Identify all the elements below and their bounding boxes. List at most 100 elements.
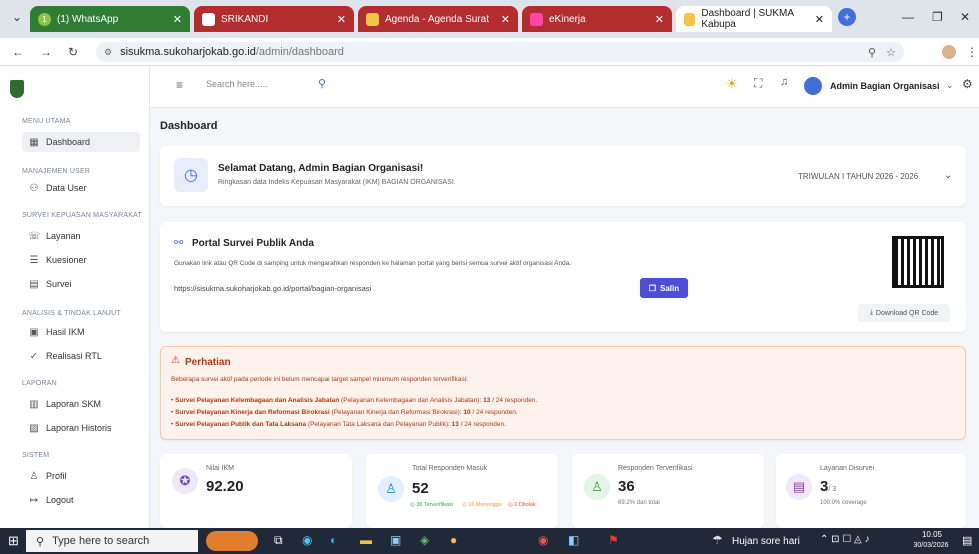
srikandi-icon	[202, 12, 215, 26]
edge-icon[interactable]: ◐	[330, 533, 337, 547]
news-widget-icon[interactable]	[206, 531, 258, 551]
forward-icon[interactable]: →	[40, 45, 52, 59]
chrome-icon[interactable]: ◉	[538, 533, 548, 547]
survey-detail: (Pelayanan Kelembagaan dan Analisis Jaba…	[341, 397, 482, 404]
store-icon[interactable]: ▣	[390, 533, 401, 547]
search-icon[interactable]: ⚲	[318, 77, 326, 90]
sidebar-item-laporan-historis[interactable]: ▨ Laporan Historis	[22, 418, 140, 438]
copy-button[interactable]: ❐ Salin	[640, 278, 688, 298]
tab-dashboard[interactable]: Dashboard | SUKMA Kabupa ✕	[676, 6, 832, 32]
user-name[interactable]: Admin Bagian Organisasi	[830, 81, 940, 91]
search-input[interactable]: Search here.....	[206, 79, 268, 89]
sidebar-item-logout[interactable]: ↦ Logout	[22, 490, 140, 510]
sidebar-item-hasil-ikm[interactable]: ▣ Hasil IKM	[22, 322, 140, 342]
app-icon[interactable]: ◉	[302, 533, 312, 547]
sidebar-item-profil[interactable]: ♙ Profil	[22, 466, 140, 486]
download-label: Download QR Code	[875, 309, 939, 317]
sun-theme-icon[interactable]: ☀	[726, 76, 738, 92]
sidebar-item-label: Profil	[46, 471, 67, 481]
download-qr-button[interactable]: ⤓ Download QR Code	[858, 304, 950, 322]
settings-gear-icon[interactable]: ⚙	[962, 77, 973, 91]
close-icon[interactable]: ✕	[815, 13, 824, 26]
clock-date[interactable]: 30/03/2026	[904, 542, 958, 549]
reload-icon[interactable]: ↻	[68, 45, 78, 59]
survey-count: 10	[463, 409, 471, 416]
sidebar-item-layanan[interactable]: ☏ Layanan	[22, 226, 140, 246]
chart-icon: ▣	[29, 326, 39, 338]
notification-icon[interactable]: ▤	[962, 534, 972, 547]
sidebar-item-label: Hasil IKM	[46, 327, 85, 337]
tab-search-icon[interactable]: ⌄	[12, 10, 22, 24]
clipboard-icon: ▤	[29, 278, 39, 290]
taskbar-search-input[interactable]: ⚲ Type here to search	[26, 530, 198, 552]
new-tab-icon[interactable]: +	[838, 8, 856, 26]
back-icon[interactable]: ←	[12, 45, 24, 59]
sidebar-section-title: MENU UTAMA	[22, 118, 71, 125]
sidebar-item-realisasi-rtl[interactable]: ✓ Realisasi RTL	[22, 346, 140, 366]
zoom-icon[interactable]: ⚲	[868, 46, 876, 59]
pdf-reader-icon[interactable]: ⚑	[608, 533, 619, 547]
period-selector[interactable]: TRIWULAN I TAHUN 2026 - 2026	[798, 172, 918, 181]
survey-total: / 24 responden.	[492, 397, 538, 404]
sidebar-item-laporan-skm[interactable]: ▥ Laporan SKM	[22, 394, 140, 414]
windows-start-icon[interactable]: ⊞	[8, 533, 19, 549]
survey-total: / 24 responden.	[460, 421, 506, 428]
minimize-icon[interactable]: —	[902, 10, 914, 24]
close-icon[interactable]: ✕	[501, 13, 510, 26]
stat-subtext: 100.0% coverage	[820, 500, 867, 506]
app-icon[interactable]: ◈	[420, 533, 429, 547]
sidebar-item-kuesioner[interactable]: ☰ Kuesioner	[22, 250, 140, 270]
site-info-icon[interactable]: ⚙	[104, 47, 112, 58]
check-icon: ✓	[29, 350, 39, 362]
user-avatar[interactable]	[804, 77, 822, 95]
tray-icons[interactable]: ⌃ ⊡ ☐ ◬ ♪	[820, 534, 870, 545]
sub-label: Ditolak	[518, 502, 536, 508]
sidebar-item-label: Data User	[46, 183, 87, 193]
sub-value: 0	[514, 502, 518, 508]
bookmark-star-icon[interactable]: ☆	[886, 46, 896, 59]
url-field[interactable]: ⚙ sisukma.sukoharjokab.go.id/admin/dashb…	[96, 42, 904, 62]
close-icon[interactable]: ✕	[173, 13, 182, 26]
whatsapp-icon: 1	[38, 12, 51, 26]
close-window-icon[interactable]: ✕	[960, 10, 970, 24]
close-icon[interactable]: ✕	[337, 13, 346, 26]
hamburger-menu-icon[interactable]: ≡	[176, 78, 183, 92]
close-icon[interactable]: ✕	[655, 13, 664, 26]
service-icon: ☏	[28, 230, 41, 242]
portal-title: Portal Survei Publik Anda	[192, 238, 314, 249]
task-view-icon[interactable]: ⧉	[274, 533, 283, 548]
app-icon[interactable]: ●	[450, 533, 457, 547]
sidebar-item-label: Realisasi RTL	[46, 351, 102, 361]
chevron-down-icon[interactable]: ⌄	[944, 170, 952, 181]
tab-agenda[interactable]: Agenda - Agenda Surat ✕	[358, 6, 518, 32]
clock-time[interactable]: 10.05	[912, 530, 952, 539]
tab-whatsapp[interactable]: 1 (1) WhatsApp ✕	[30, 6, 190, 32]
profile-avatar-icon[interactable]	[942, 45, 956, 59]
weather-text[interactable]: Hujan sore hari	[732, 536, 800, 547]
sub-label: Terverifikasi	[423, 502, 453, 508]
stat-label: Nilai IKM	[206, 465, 235, 472]
portal-card: ⚯ Portal Survei Publik Anda Gunakan link…	[160, 222, 966, 332]
tab-srikandi[interactable]: SRIKANDI ✕	[194, 6, 354, 32]
ekinerja-icon	[530, 12, 543, 26]
sidebar-item-survei[interactable]: ▤ Survei	[22, 274, 140, 294]
copy-icon: ❐	[648, 283, 657, 293]
portal-link[interactable]: https://sisukma.sukoharjokab.go.id/porta…	[174, 284, 371, 293]
sukoharjo-logo	[10, 80, 24, 98]
url-host: sisukma.sukoharjokab.go.id	[120, 46, 256, 58]
sidebar-item-dashboard[interactable]: ▦ Dashboard	[22, 132, 140, 152]
stat-card-layanan: ▤ Layanan Disurvei 3/ 3 100.0% coverage	[776, 454, 966, 528]
qr-code	[892, 236, 944, 288]
fullscreen-icon[interactable]: ⛶	[754, 76, 762, 91]
warning-list: • Survei Pelayanan Kelembagaan dan Anali…	[171, 395, 537, 431]
app-icon[interactable]: ◧	[568, 533, 579, 547]
browser-menu-icon[interactable]: ⋮	[966, 45, 978, 59]
sidebar-item-data-user[interactable]: ⚇ Data User	[22, 178, 140, 198]
shield-icon	[684, 12, 696, 26]
restore-icon[interactable]: ❐	[932, 10, 943, 24]
tab-label: (1) WhatsApp	[57, 13, 119, 25]
tab-ekinerja[interactable]: eKinerja ✕	[522, 6, 672, 32]
file-explorer-icon[interactable]: ▬	[360, 533, 372, 547]
bell-icon[interactable]: ♫	[780, 76, 788, 88]
chevron-down-icon[interactable]: ⌄	[946, 80, 954, 91]
